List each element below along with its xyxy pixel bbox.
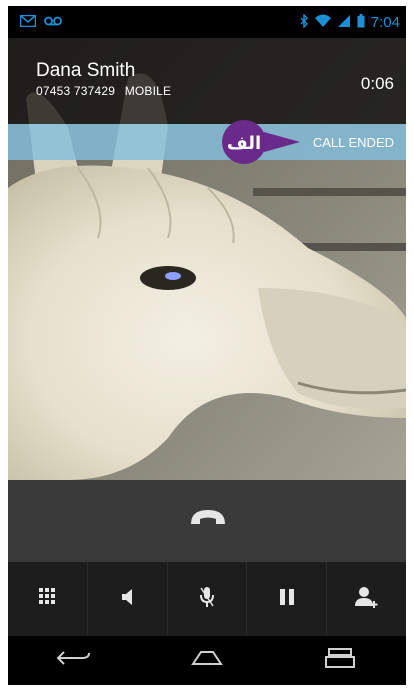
watermark-badge: الف xyxy=(220,118,300,166)
bluetooth-icon xyxy=(299,13,309,31)
home-icon xyxy=(187,648,227,673)
call-duration: 0:06 xyxy=(360,74,394,93)
caller-name: Dana Smith xyxy=(36,60,136,81)
hold-button[interactable] xyxy=(247,562,328,636)
caller-number: 07453 737429 MOBILE xyxy=(36,84,171,98)
gmail-icon xyxy=(19,14,37,30)
end-call-bar xyxy=(8,480,406,562)
badge-text: الف xyxy=(227,133,261,154)
call-status-bar: CALL ENDED xyxy=(8,124,406,160)
signal-icon xyxy=(337,14,351,31)
caller-info-bar: Dana Smith 07453 737429 MOBILE 0:06 xyxy=(8,38,406,124)
caller-phone-number: 07453 737429 xyxy=(36,84,116,98)
status-time: 7:04 xyxy=(370,14,400,31)
home-button[interactable] xyxy=(177,641,237,681)
navigation-bar xyxy=(8,636,406,685)
hold-icon xyxy=(279,588,295,611)
status-bar: 7:04 xyxy=(8,6,406,38)
recents-icon xyxy=(323,647,357,674)
dialpad-button[interactable] xyxy=(8,562,88,636)
speaker-icon xyxy=(120,587,134,612)
dialpad-icon xyxy=(38,587,56,612)
in-call-controls xyxy=(8,562,406,636)
voicemail-icon xyxy=(44,14,62,30)
add-call-button[interactable] xyxy=(327,562,406,636)
end-call-button[interactable] xyxy=(182,500,234,540)
caller-number-type: MOBILE xyxy=(124,84,172,98)
phone-frame: 7:04 Dana Smith 07453 737429 MOBILE 0:06… xyxy=(8,6,406,685)
end-call-icon xyxy=(188,507,228,534)
add-call-icon xyxy=(354,586,379,613)
back-button[interactable] xyxy=(44,641,104,681)
call-status-label: CALL ENDED xyxy=(312,135,394,150)
recents-button[interactable] xyxy=(310,641,370,681)
wifi-icon xyxy=(314,14,331,31)
speaker-button[interactable] xyxy=(88,562,168,636)
back-icon xyxy=(56,648,92,673)
mute-icon xyxy=(199,586,215,613)
battery-icon xyxy=(357,14,365,31)
mute-button[interactable] xyxy=(168,562,248,636)
